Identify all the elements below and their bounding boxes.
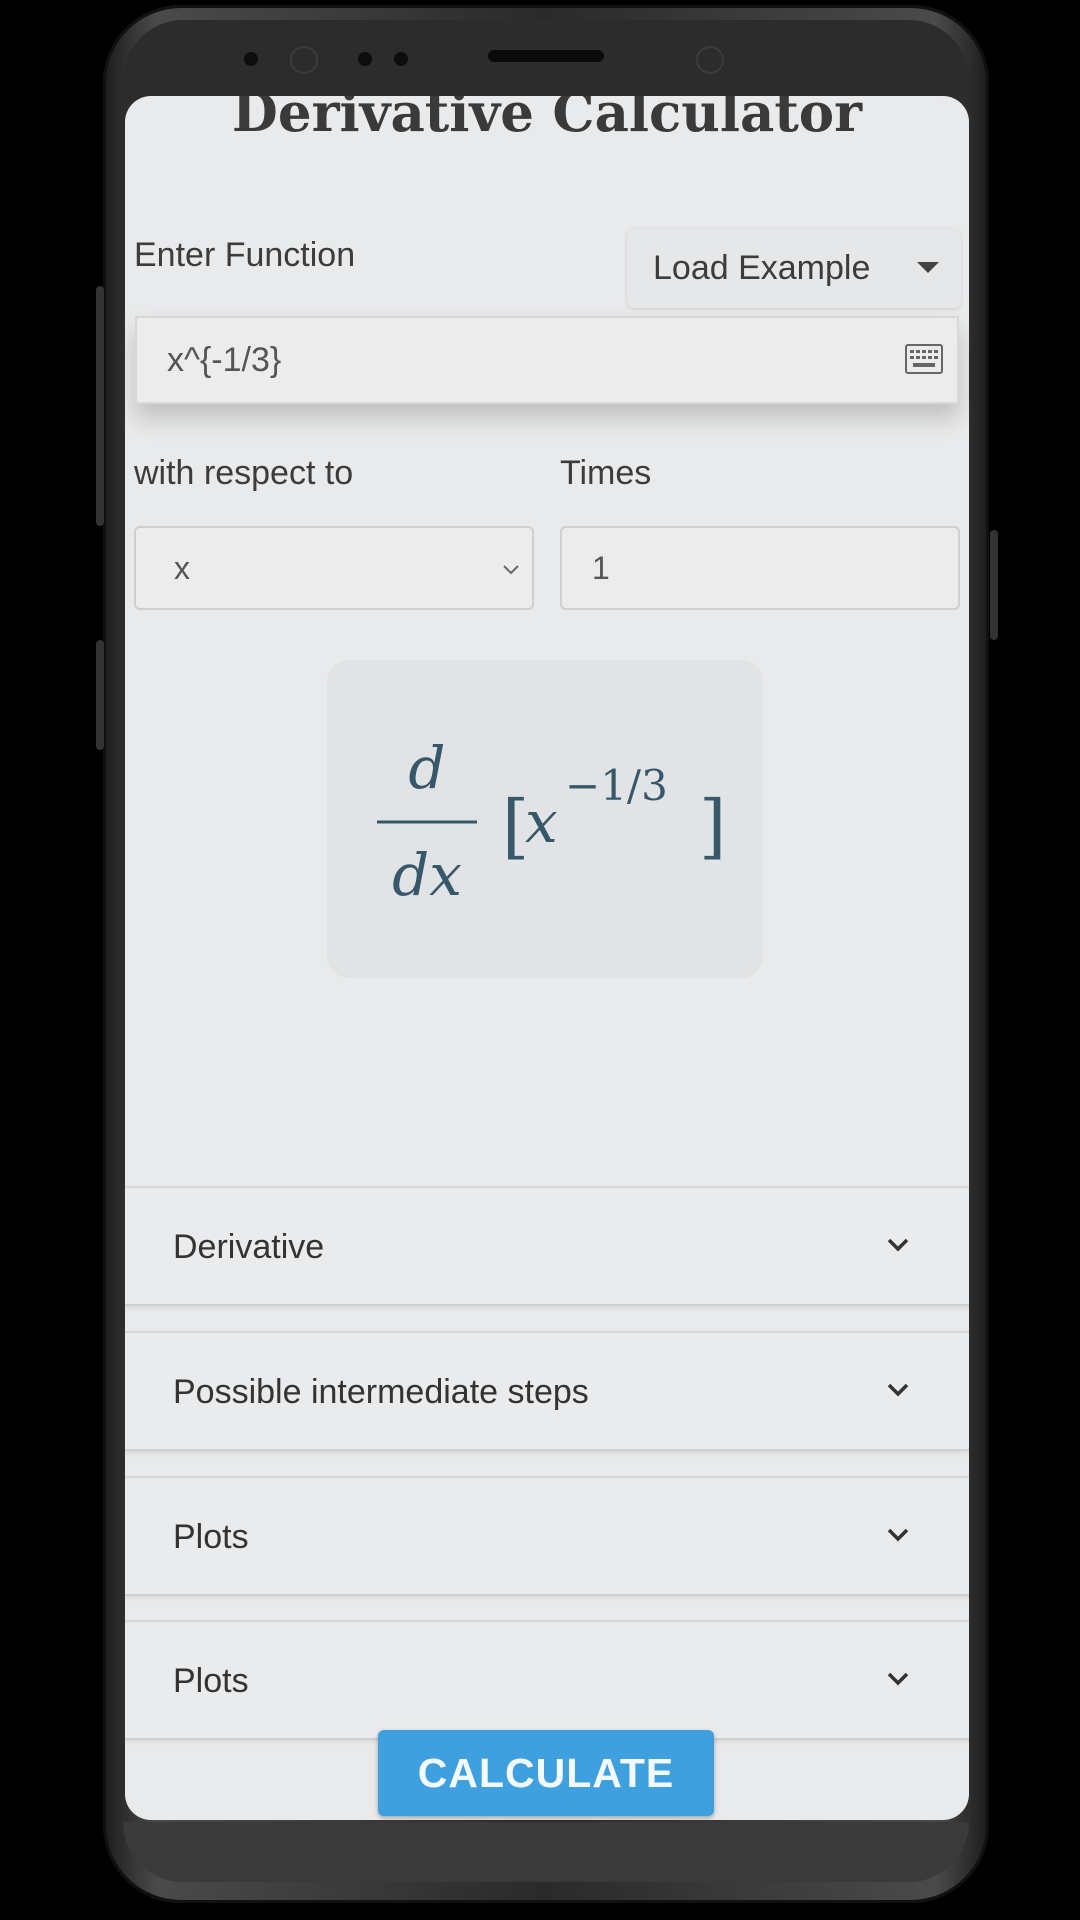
math-close-bracket: ] bbox=[699, 785, 726, 867]
phone-bottom-bezel bbox=[123, 1822, 969, 1882]
chevron-down-icon bbox=[887, 1672, 909, 1686]
chevron-down-icon bbox=[503, 565, 519, 575]
load-example-label: Load Example bbox=[653, 248, 871, 287]
app-screen: Derivative Calculator Enter Function Loa… bbox=[125, 96, 969, 1820]
math-exponent: −1/3 bbox=[565, 761, 668, 810]
accordion-label: Derivative bbox=[173, 1228, 325, 1266]
enter-function-label: Enter Function bbox=[134, 236, 356, 274]
power-button bbox=[990, 530, 998, 640]
function-input[interactable]: x^{-1/3} bbox=[135, 316, 959, 404]
accordion-derivative[interactable]: Derivative bbox=[125, 1186, 969, 1306]
variable-select-value: x bbox=[174, 549, 190, 586]
variable-select[interactable]: x bbox=[134, 526, 534, 610]
chevron-down-icon bbox=[887, 1383, 909, 1397]
accordion-plots[interactable]: Plots bbox=[125, 1476, 969, 1596]
earpiece-speaker bbox=[488, 50, 604, 62]
calculate-button[interactable]: CALCULATE bbox=[378, 1730, 714, 1816]
volume-button bbox=[96, 286, 104, 526]
accordion-label: Plots bbox=[173, 1518, 249, 1556]
sensor-dot bbox=[358, 52, 372, 66]
times-input[interactable]: 1 bbox=[560, 526, 960, 610]
math-denominator: dx bbox=[392, 841, 462, 909]
bixby-button bbox=[96, 640, 104, 750]
front-camera bbox=[290, 46, 318, 74]
accordion-label: Plots bbox=[173, 1662, 249, 1700]
respect-label: with respect to bbox=[134, 454, 354, 492]
accordion-plots-2[interactable]: Plots bbox=[125, 1620, 969, 1740]
caret-down-icon bbox=[917, 262, 939, 273]
accordion-intermediate-steps[interactable]: Possible intermediate steps bbox=[125, 1331, 969, 1451]
calculate-label: CALCULATE bbox=[417, 1749, 675, 1796]
keyboard-icon[interactable] bbox=[905, 344, 943, 374]
math-numerator: d bbox=[408, 734, 445, 802]
load-example-button[interactable]: Load Example bbox=[627, 228, 961, 308]
sensor-dot bbox=[244, 52, 258, 66]
iris-sensor bbox=[696, 46, 724, 74]
function-input-value: x^{-1/3} bbox=[167, 340, 282, 379]
times-input-value: 1 bbox=[592, 549, 610, 586]
math-preview: d dx [ x −1/3 ] bbox=[327, 660, 763, 978]
page-title: Derivative Calculator bbox=[231, 96, 863, 144]
math-base: x bbox=[525, 788, 558, 856]
accordion-label: Possible intermediate steps bbox=[173, 1373, 589, 1411]
chevron-down-icon bbox=[887, 1528, 909, 1542]
chevron-down-icon bbox=[887, 1238, 909, 1252]
times-label: Times bbox=[560, 454, 652, 492]
sensor-dot bbox=[394, 52, 408, 66]
